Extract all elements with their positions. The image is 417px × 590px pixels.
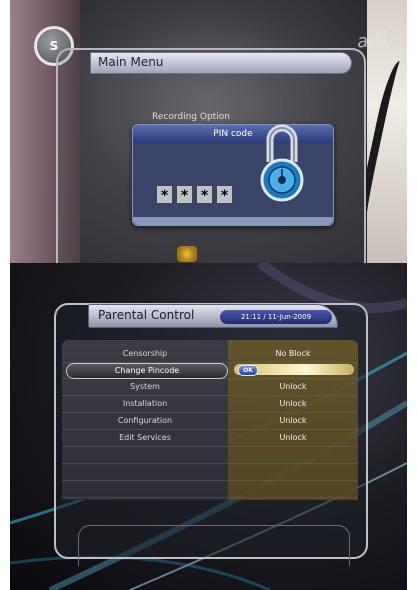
- pin-digit-4[interactable]: *: [216, 185, 233, 204]
- row-label: Installation: [122, 399, 168, 408]
- settings-row-change-pincode[interactable]: Change Pincode OK: [62, 362, 358, 379]
- datetime-label: 21:11 / 11-Jun-2009: [240, 313, 312, 321]
- pin-digit-3[interactable]: *: [196, 185, 213, 204]
- row-value: Unlock: [279, 399, 307, 408]
- row-value: Unlock: [279, 382, 307, 391]
- settings-row-empty: [62, 481, 358, 498]
- info-bar-frame: [78, 525, 350, 566]
- pin-digit-1[interactable]: *: [156, 185, 173, 204]
- row-label: Change Pincode: [66, 363, 228, 379]
- ok-button[interactable]: OK: [238, 365, 258, 376]
- row-value: No Block: [275, 349, 311, 358]
- row-label: Configuration: [117, 416, 173, 425]
- settings-row-installation[interactable]: Installation Unlock: [62, 396, 358, 413]
- settings-row-empty: [62, 464, 358, 481]
- background-watermark: arti: [355, 28, 389, 53]
- row-label: Edit Services: [119, 433, 171, 442]
- pin-input[interactable]: * * * *: [156, 185, 233, 204]
- parental-control-title: Parental Control: [98, 308, 195, 322]
- row-label: Censorship: [122, 349, 168, 358]
- padlock-icon: [260, 124, 304, 202]
- pin-dialog-footer: [133, 217, 333, 225]
- settings-row-censorship[interactable]: Censorship No Block: [62, 346, 358, 363]
- settings-row-system[interactable]: System Unlock: [62, 379, 358, 396]
- row-value: Unlock: [279, 416, 307, 425]
- brand-emblem-icon: [177, 246, 197, 262]
- recording-option-label: Recording Option: [152, 112, 230, 122]
- row-value: Unlock: [279, 433, 307, 442]
- pin-digit-2[interactable]: *: [176, 185, 193, 204]
- settings-row-empty: [62, 447, 358, 464]
- settings-row-edit-services[interactable]: Edit Services Unlock: [62, 430, 358, 447]
- row-label: System: [130, 382, 160, 391]
- settings-row-configuration[interactable]: Configuration Unlock: [62, 413, 358, 430]
- main-menu-title: Main Menu: [98, 55, 164, 69]
